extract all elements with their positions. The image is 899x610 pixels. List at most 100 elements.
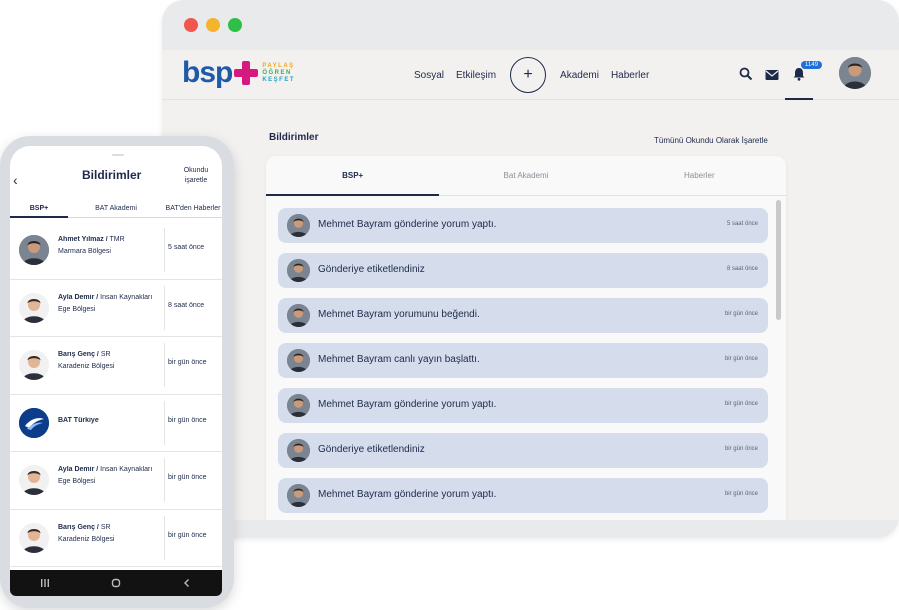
mobile-notification-item[interactable]: Barış Genç / SR Karadeniz Bölgesi bir gün … xyxy=(10,337,222,395)
tab-bat-akademi[interactable]: Bat Akademi xyxy=(439,156,612,195)
notification-time: bir gün önce xyxy=(724,311,758,317)
notification-text: Mehmet Bayram gönderine yorum yaptı. xyxy=(318,489,497,500)
notification-avatar xyxy=(287,349,310,372)
desktop-screen: bsp PAYLAŞ ÖĞREN KEŞFET Sosyal Etkileşim… xyxy=(162,50,899,520)
notification-item[interactable]: Gönderiye etiketlendiniz bir gün önce xyxy=(278,433,768,468)
bell-icon[interactable] xyxy=(792,67,806,81)
mobile-notification-time: bir gün önce xyxy=(168,359,207,366)
minimize-window-button[interactable] xyxy=(206,18,220,32)
bat-logo-avatar xyxy=(19,407,49,438)
mobile-notification-time: 5 saat önce xyxy=(168,244,205,251)
logo-tagline: PAYLAŞ ÖĞREN KEŞFET xyxy=(262,63,295,84)
notification-avatar xyxy=(287,259,310,282)
notification-item[interactable]: Mehmet Bayram gönderine yorum yaptı. bir … xyxy=(278,478,768,513)
notification-item[interactable]: Mehmet Bayram canlı yayın başlattı. bir g… xyxy=(278,343,768,378)
mark-all-read-link[interactable]: Tümünü Okundu Olarak İşaretle xyxy=(654,136,768,145)
phone-frame: ‹ Bildirimler Okundu işaretle BSP+ BAT A… xyxy=(0,136,234,608)
sender-line: Ahmet Yılmaz / TMR xyxy=(58,236,125,243)
mobile-notification-avatar xyxy=(19,522,49,553)
mobile-notification-avatar xyxy=(19,292,49,323)
sender-name: Barış Genç xyxy=(58,523,95,531)
notification-time: bir gün önce xyxy=(724,491,758,497)
sender-name: Ayla Demir xyxy=(58,293,95,301)
row-divider xyxy=(164,515,165,560)
notification-item[interactable]: Gönderiye etiketlendiniz 8 saat önce xyxy=(278,253,768,288)
notification-item[interactable]: Mehmet Bayram gönderine yorum yaptı. bir … xyxy=(278,388,768,423)
menu-item-haberler[interactable]: Haberler xyxy=(611,70,649,81)
notification-item[interactable]: Mehmet Bayram yorumunu beğendi. bir gün ö… xyxy=(278,298,768,333)
menu-item-etkilesim[interactable]: Etkileşim xyxy=(456,70,496,81)
name-role-separator: / xyxy=(105,236,108,243)
phone-screen: ‹ Bildirimler Okundu işaretle BSP+ BAT A… xyxy=(10,146,222,596)
nav-icons: 1149 xyxy=(739,50,899,100)
mobile-notification-item[interactable]: BAT Türkiye bir gün önce xyxy=(10,395,222,452)
mobile-notification-time: 8 saat önce xyxy=(168,301,205,309)
mobile-notification-item[interactable]: Ayla Demir / İnsan Kaynakları Ege Bölgesi… xyxy=(10,280,222,337)
sender-line: Barış Genç / SR xyxy=(58,351,111,358)
recents-icon[interactable] xyxy=(35,576,55,590)
mobile-notification-item[interactable]: Barış Genç / SR Karadeniz Bölgesi bir gün … xyxy=(10,510,222,567)
bell-active-indicator xyxy=(785,98,813,100)
notification-time: 8 saat önce xyxy=(726,266,758,272)
back-icon[interactable]: ‹ xyxy=(13,172,18,188)
maximize-window-button[interactable] xyxy=(228,18,242,32)
menu-item-sosyal[interactable]: Sosyal xyxy=(414,70,444,81)
mobile-tab-bsp-plus[interactable]: BSP+ xyxy=(10,198,68,218)
nav-back-icon[interactable] xyxy=(177,576,197,590)
mobile-notification-avatar xyxy=(19,465,49,495)
user-avatar[interactable] xyxy=(839,57,871,89)
sender-region: Karadeniz Bölgesi xyxy=(58,363,115,370)
notification-text: Mehmet Bayram yorumunu beğendi. xyxy=(318,309,480,320)
bsp-logo[interactable]: bsp PAYLAŞ ÖĞREN KEŞFET xyxy=(182,58,295,88)
sender-line: BAT Türkiye xyxy=(58,417,99,424)
sender-name: Barış Genç xyxy=(58,351,95,358)
page-title: Bildirimler xyxy=(269,132,319,143)
sender-region: Karadeniz Bölgesi xyxy=(58,535,115,543)
scrollbar[interactable] xyxy=(776,200,781,320)
search-icon[interactable] xyxy=(739,67,753,81)
create-post-button[interactable]: + xyxy=(510,57,547,93)
menu-item-akademi[interactable]: Akademi xyxy=(560,70,599,81)
mark-read-link[interactable]: Okundu işaretle xyxy=(175,166,217,186)
close-window-button[interactable] xyxy=(184,18,198,32)
mobile-tab-bat-haberler[interactable]: BAT'den Haberler xyxy=(164,198,222,217)
notification-avatar xyxy=(287,214,310,237)
notification-text: Mehmet Bayram gönderine yorum yaptı. xyxy=(318,219,497,230)
mobile-page-title: Bildirimler xyxy=(82,168,142,182)
mobile-header: ‹ Bildirimler Okundu işaretle xyxy=(10,146,222,198)
sender-role: SR xyxy=(100,523,111,531)
notification-time: bir gün önce xyxy=(724,356,758,362)
mobile-notification-time: bir gün önce xyxy=(168,474,207,481)
row-divider xyxy=(164,285,165,330)
notification-time: 5 saat önce xyxy=(726,221,758,227)
sender-role: TMR xyxy=(109,236,125,243)
notification-item[interactable]: Mehmet Bayram gönderine yorum yaptı. 5 sa… xyxy=(278,208,768,243)
mobile-notification-time: bir gün önce xyxy=(168,416,207,424)
notification-text: Gönderiye etiketlendiniz xyxy=(318,264,425,275)
row-divider xyxy=(164,228,165,272)
sender-region: Marmara Bölgesi xyxy=(58,248,111,255)
notification-tabs: BSP+ Bat Akademi Haberler xyxy=(266,156,786,196)
main-menu: Sosyal Etkileşim + Akademi Haberler xyxy=(414,50,661,100)
sender-role: SR xyxy=(100,351,111,358)
mobile-notification-item[interactable]: Ahmet Yılmaz / TMR Marmara Bölgesi 5 saat … xyxy=(10,222,222,280)
mobile-tabs: BSP+ BAT Akademi BAT'den Haberler xyxy=(10,198,222,218)
logo-plus-icon xyxy=(234,61,259,85)
stage: bsp PAYLAŞ ÖĞREN KEŞFET Sosyal Etkileşim… xyxy=(0,0,899,610)
notification-text: Gönderiye etiketlendiniz xyxy=(318,444,425,455)
tab-haberler[interactable]: Haberler xyxy=(613,156,786,195)
notification-avatar xyxy=(287,304,310,327)
logo-text: bsp xyxy=(182,56,233,89)
android-navbar xyxy=(10,570,222,596)
mobile-notification-avatar xyxy=(19,235,49,265)
tab-bsp-plus[interactable]: BSP+ xyxy=(266,156,440,196)
sender-line: Barış Genç / SR xyxy=(58,524,111,531)
row-divider xyxy=(164,400,165,445)
mobile-notification-avatar xyxy=(19,350,49,380)
mobile-notification-item[interactable]: Ayla Demir / İnsan Kaynakları Ege Bölgesi… xyxy=(10,452,222,510)
mobile-tab-bat-akademi[interactable]: BAT Akademi xyxy=(68,198,164,217)
sender-line: Ayla Demir / İnsan Kaynakları xyxy=(58,294,152,301)
mail-icon[interactable] xyxy=(765,68,779,82)
home-icon[interactable] xyxy=(106,576,126,590)
notification-time: bir gün önce xyxy=(724,401,758,407)
